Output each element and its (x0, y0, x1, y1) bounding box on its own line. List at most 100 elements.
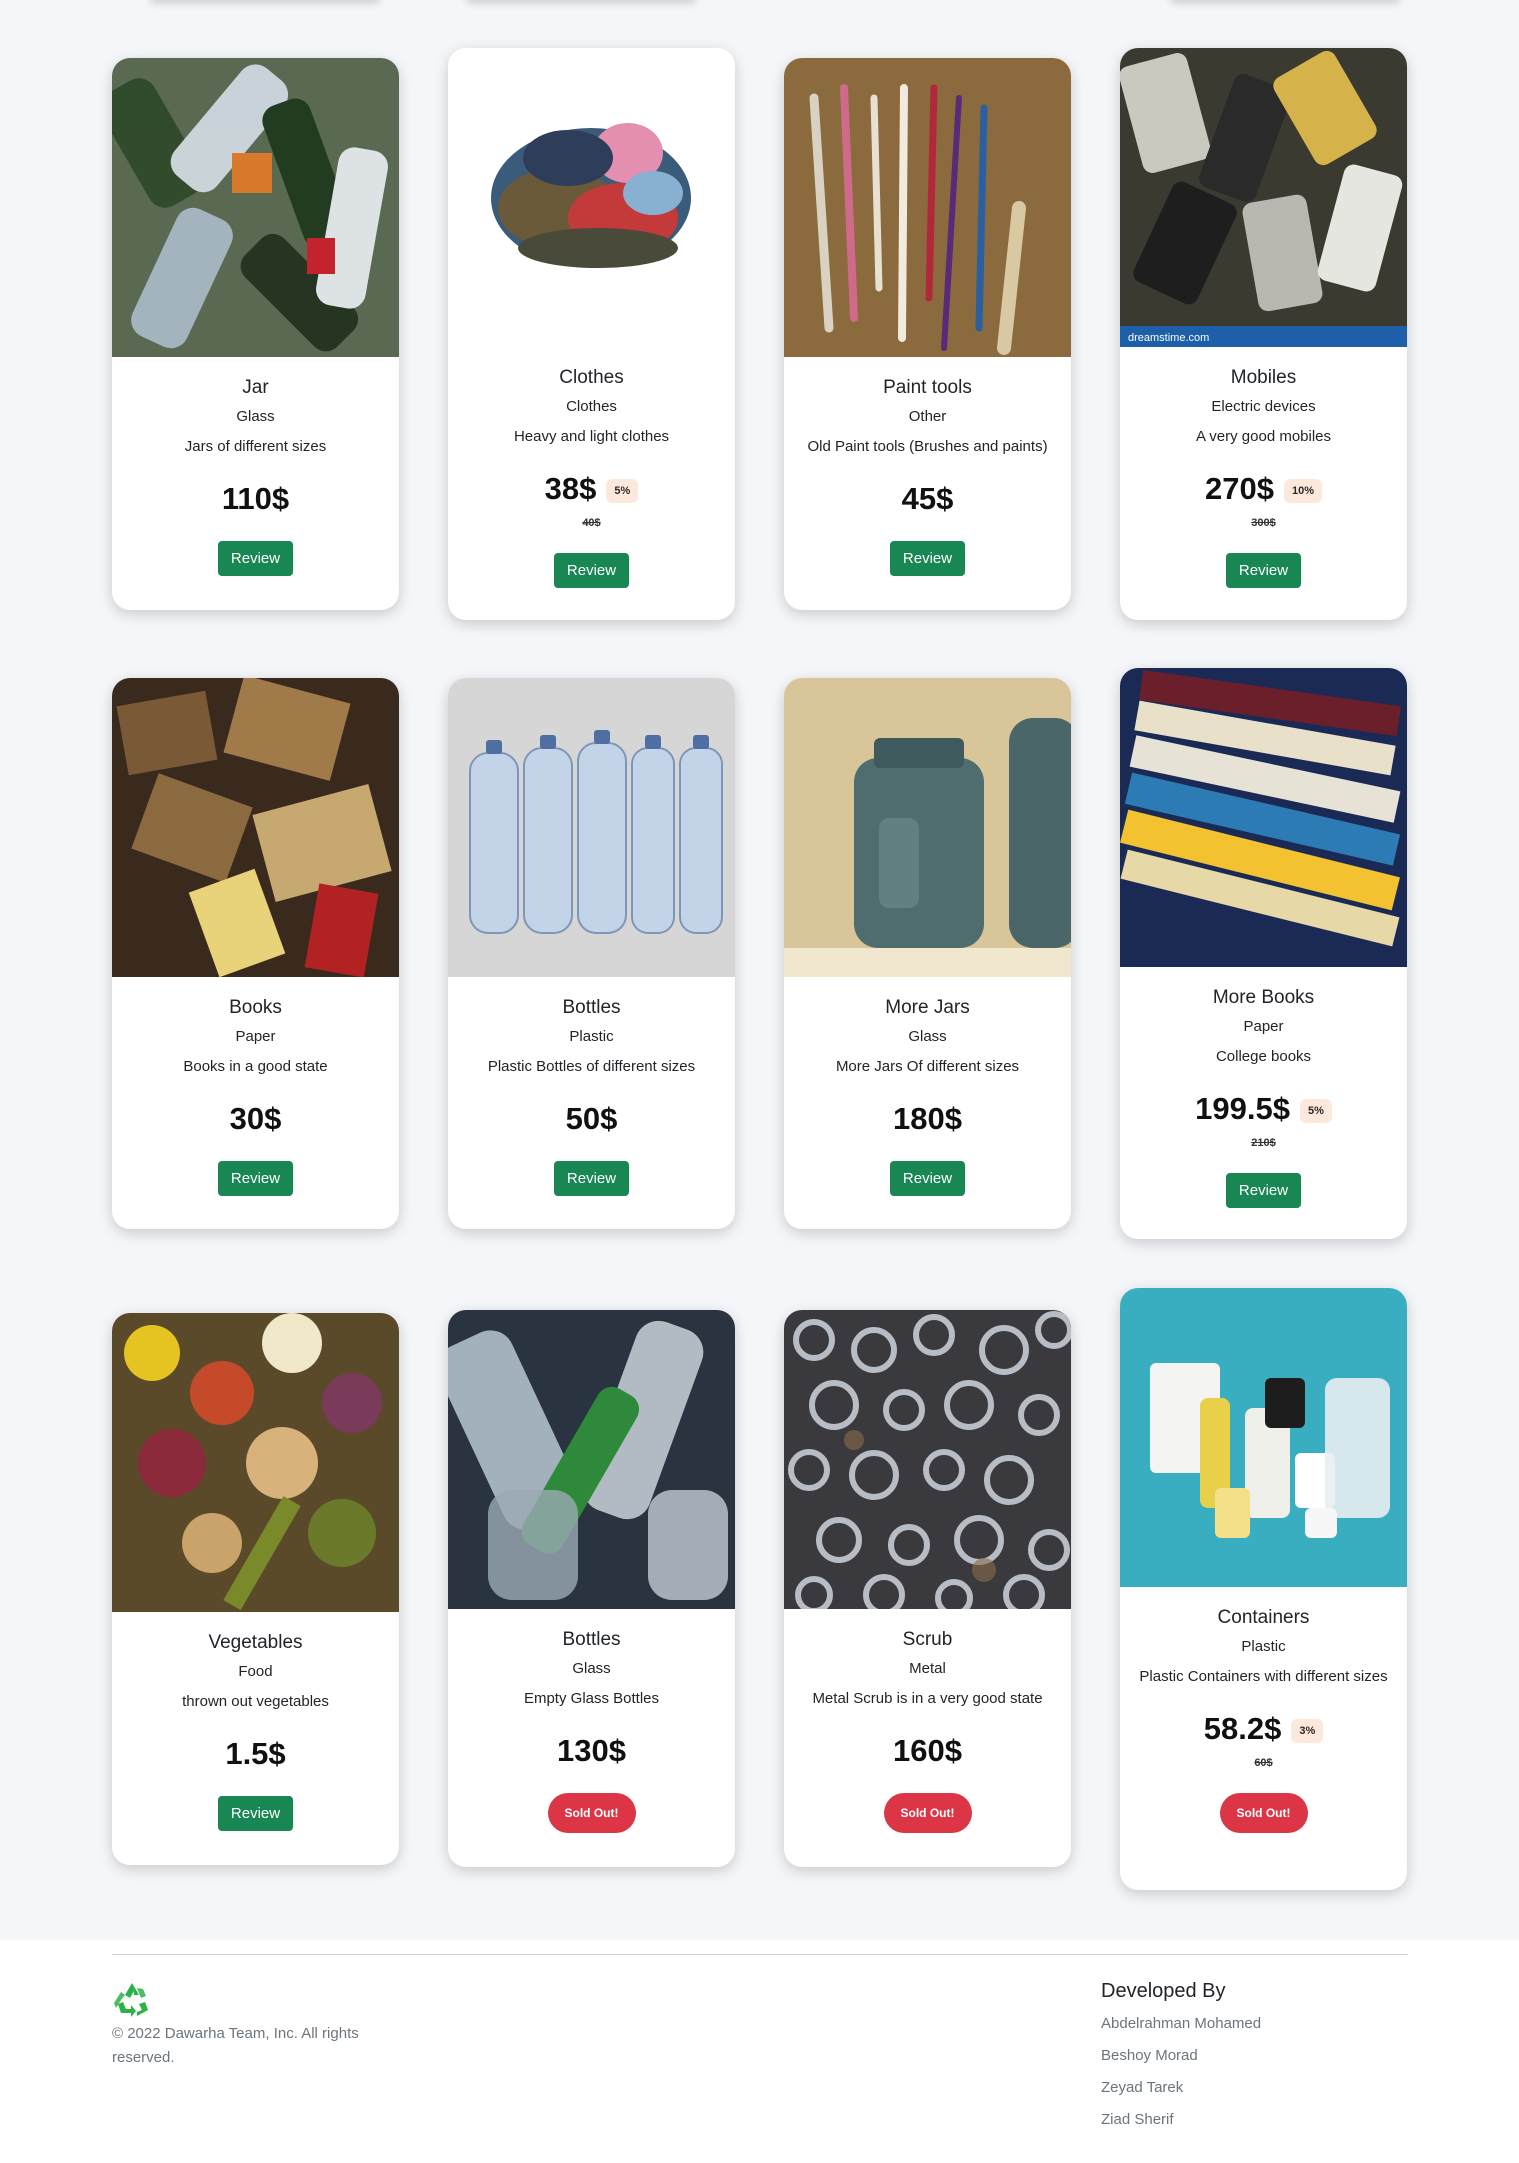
product-price: 45$ (901, 481, 954, 516)
price-row: 110$ (112, 481, 399, 517)
product-name: Containers (1217, 1607, 1310, 1628)
review-button[interactable]: Review (217, 1161, 294, 1196)
product-category: Other (908, 408, 947, 425)
price-row: 45$ (784, 481, 1071, 517)
developer-list: Abdelrahman Mohamed Beshoy Morad Zeyad T… (1101, 2013, 1261, 2141)
product-price: 270$ (1205, 471, 1274, 506)
old-price: 210$ (1251, 1137, 1276, 1149)
product-image (448, 1310, 735, 1609)
sold-out-button[interactable]: Sold Out! (547, 1793, 636, 1833)
product-description: Plastic Containers with different sizes (1139, 1668, 1388, 1685)
product-name: Bottles (562, 1629, 621, 1650)
review-button[interactable]: Review (217, 1796, 294, 1831)
review-button[interactable]: Review (553, 553, 630, 588)
developed-by-title: Developed By (1101, 1980, 1226, 2002)
product-price: 30$ (229, 1101, 282, 1136)
product-description: A very good mobiles (1195, 428, 1332, 445)
product-card: Bottles Glass Empty Glass Bottles 130$ Sold … (448, 1310, 735, 1867)
product-card: Jar Glass Jars of different sizes 110$ Revie… (112, 58, 399, 610)
price-row: 130$ (448, 1733, 735, 1769)
product-category: Clothes (566, 398, 617, 415)
old-price: 60$ (1254, 1757, 1273, 1769)
product-category: Glass (572, 1660, 611, 1677)
product-name: More Jars (885, 997, 970, 1018)
product-card: Bottles Plastic Plastic Bottles of differe… (448, 678, 735, 1229)
product-image (1120, 1288, 1407, 1587)
review-button[interactable]: Review (1225, 553, 1302, 588)
product-name: More Books (1212, 987, 1315, 1008)
product-description: Jars of different sizes (184, 438, 327, 455)
price-row: 30$ (112, 1101, 399, 1137)
product-price: 38$ (544, 471, 597, 506)
review-button[interactable]: Review (553, 1161, 630, 1196)
product-price: 160$ (893, 1733, 962, 1768)
product-description: Metal Scrub is in a very good state (812, 1690, 1043, 1707)
image-watermark: dreamstime.com (1128, 332, 1210, 344)
discount-badge: 3% (1291, 1719, 1324, 1743)
product-description: College books (1215, 1048, 1312, 1065)
product-price: 130$ (557, 1733, 626, 1768)
old-price: 40$ (582, 517, 601, 529)
product-category: Metal (909, 1660, 946, 1677)
price-row: 199.5$ 5% (1120, 1091, 1407, 1127)
product-card: Books Paper Books in a good state 30$ Review (112, 678, 399, 1229)
footer-divider (112, 1954, 1408, 1955)
price-row: 58.2$ 3% (1120, 1711, 1407, 1747)
review-button[interactable]: Review (889, 1161, 966, 1196)
developer-name[interactable]: Zeyad Tarek (1101, 2077, 1261, 2109)
price-row: 50$ (448, 1101, 735, 1137)
product-category: Food (238, 1663, 273, 1680)
developer-name[interactable]: Abdelrahman Mohamed (1101, 2013, 1261, 2045)
product-description: Plastic Bottles of different sizes (487, 1058, 696, 1075)
product-card: More Books Paper College books 199.5$ 5% 210$… (1120, 668, 1407, 1239)
product-price: 50$ (565, 1101, 618, 1136)
product-description: Heavy and light clothes (513, 428, 670, 445)
product-image (448, 48, 735, 347)
previous-row-card-edges (0, 0, 1519, 10)
product-name: Bottles (562, 997, 621, 1018)
product-price: 58.2$ (1203, 1711, 1282, 1746)
sold-out-button[interactable]: Sold Out! (883, 1793, 972, 1833)
product-card: Vegetables Food thrown out vegetables 1.5$ R… (112, 1313, 399, 1865)
product-card: dreamstime.com Mobiles Electric devices A v… (1120, 48, 1407, 620)
discount-badge: 5% (606, 479, 639, 503)
review-button[interactable]: Review (1225, 1173, 1302, 1208)
price-row: 38$ 5% (448, 471, 735, 507)
product-name: Clothes (559, 367, 624, 388)
product-description: Old Paint tools (Brushes and paints) (807, 438, 1048, 455)
product-card: Scrub Metal Metal Scrub is in a very good … (784, 1310, 1071, 1867)
product-price: 180$ (893, 1101, 962, 1136)
price-row: 160$ (784, 1733, 1071, 1769)
copyright-text: © 2022 Dawarha Team, Inc. All rights res… (112, 2025, 359, 2066)
product-image (784, 678, 1071, 977)
product-image (448, 678, 735, 977)
product-category: Paper (235, 1028, 276, 1045)
discount-badge: 5% (1299, 1099, 1332, 1123)
product-name: Books (229, 997, 282, 1018)
product-image (1120, 668, 1407, 967)
product-description: Empty Glass Bottles (523, 1690, 660, 1707)
product-category: Electric devices (1211, 398, 1316, 415)
product-description: thrown out vegetables (182, 1693, 329, 1710)
developer-name[interactable]: Ziad Sherif (1101, 2109, 1261, 2141)
price-row: 270$ 10% (1120, 471, 1407, 507)
product-description: Books in a good state (183, 1058, 328, 1075)
product-category: Paper (1243, 1018, 1284, 1035)
product-description: More Jars Of different sizes (835, 1058, 1020, 1075)
product-name: Jar (242, 377, 269, 398)
product-image (112, 58, 399, 357)
recycle-icon[interactable] (112, 1980, 152, 2020)
review-button[interactable]: Review (889, 541, 966, 576)
product-name: Paint tools (883, 377, 972, 398)
review-button[interactable]: Review (217, 541, 294, 576)
product-name: Vegetables (208, 1632, 303, 1653)
developer-name[interactable]: Beshoy Morad (1101, 2045, 1261, 2077)
product-image (112, 678, 399, 977)
product-card: Containers Plastic Plastic Containers with… (1120, 1288, 1407, 1890)
sold-out-button[interactable]: Sold Out! (1219, 1793, 1308, 1833)
product-price: 1.5$ (225, 1736, 286, 1771)
product-card: More Jars Glass More Jars Of different siz… (784, 678, 1071, 1229)
product-name: Scrub (902, 1629, 953, 1650)
product-card: Clothes Clothes Heavy and light clothes 38$… (448, 48, 735, 620)
price-row: 1.5$ (112, 1736, 399, 1772)
